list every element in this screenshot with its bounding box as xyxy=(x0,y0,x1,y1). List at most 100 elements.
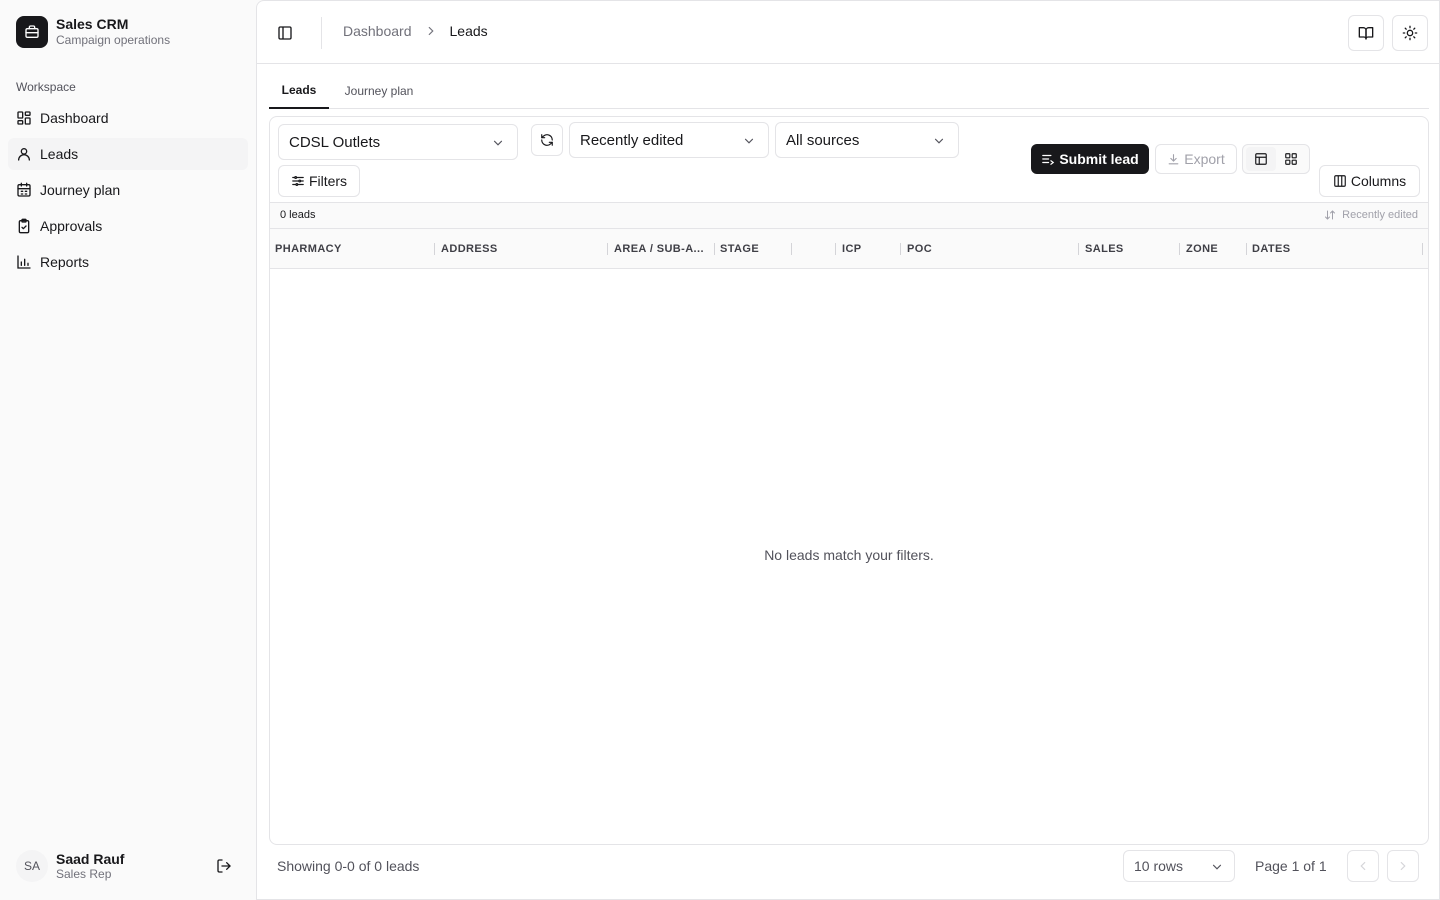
column-resizer[interactable] xyxy=(434,243,435,255)
theme-toggle-button[interactable] xyxy=(1392,15,1428,51)
column-header-address[interactable]: ADDRESS xyxy=(441,243,498,255)
refresh-icon xyxy=(541,134,553,146)
sort-icon xyxy=(1325,210,1336,220)
logout-icon[interactable] xyxy=(216,858,232,874)
column-resizer[interactable] xyxy=(714,243,715,255)
export-button[interactable]: Export xyxy=(1155,144,1237,174)
users-icon xyxy=(18,148,30,161)
column-resizer[interactable] xyxy=(1179,243,1180,255)
column-resizer[interactable] xyxy=(1246,243,1247,255)
lead-count: 0 leads xyxy=(280,209,316,221)
column-header-sales[interactable]: SALES xyxy=(1085,243,1124,255)
tabs: Leads Journey plan xyxy=(269,73,1429,109)
sliders-icon xyxy=(292,176,304,186)
app-subtitle: Campaign operations xyxy=(56,33,171,47)
column-resizer[interactable] xyxy=(900,243,901,255)
sidebar-toggle-button[interactable] xyxy=(273,21,297,45)
sidebar-nav: Dashboard Leads Journey plan Approvals R… xyxy=(8,102,248,282)
grid-icon xyxy=(1285,153,1297,165)
column-resizer[interactable] xyxy=(607,243,608,255)
topbar: Dashboard Leads xyxy=(257,1,1439,64)
download-icon xyxy=(1168,153,1179,164)
sort-indicator-label: Recently edited xyxy=(1342,209,1418,221)
table-icon xyxy=(1255,153,1267,165)
main-content: Dashboard Leads Leads Journey plan CDSL … xyxy=(256,0,1440,900)
topbar-divider xyxy=(321,17,322,49)
export-label: Export xyxy=(1184,151,1225,167)
filters-button[interactable]: Filters xyxy=(278,165,360,197)
sidebar-item-dashboard[interactable]: Dashboard xyxy=(8,102,248,134)
sidebar-item-approvals[interactable]: Approvals xyxy=(8,210,248,242)
brand[interactable]: Sales CRM Campaign operations xyxy=(16,16,170,48)
book-open-icon xyxy=(1358,27,1374,40)
columns-icon xyxy=(1334,175,1346,187)
sidebar-item-journey-plan[interactable]: Journey plan xyxy=(8,174,248,206)
columns-button[interactable]: Columns xyxy=(1319,165,1420,197)
sun-icon xyxy=(1402,25,1418,41)
chevron-left-icon xyxy=(1360,861,1366,871)
user-profile[interactable]: SA Saad Rauf Sales Rep xyxy=(16,850,240,882)
breadcrumb-dashboard-link[interactable]: Dashboard xyxy=(343,23,412,39)
chevron-down-icon xyxy=(493,140,503,146)
tab-journey-plan[interactable]: Journey plan xyxy=(337,73,421,109)
chevron-right-icon xyxy=(424,24,438,38)
avatar: SA xyxy=(16,850,48,882)
clipboard-check-icon xyxy=(18,218,30,234)
columns-label: Columns xyxy=(1350,173,1407,189)
column-header-area[interactable]: AREA / SUB-A... xyxy=(614,243,704,255)
column-header-stage[interactable]: STAGE xyxy=(720,243,759,255)
dashboard-icon xyxy=(17,111,31,125)
sort-indicator[interactable]: Recently edited xyxy=(1324,209,1418,221)
leads-table-panel: CDSL Outlets Recently edited All sources… xyxy=(269,116,1429,845)
column-header-poc[interactable]: POC xyxy=(907,243,932,255)
grid-view-button[interactable] xyxy=(1276,147,1306,171)
column-resizer[interactable] xyxy=(1078,243,1079,255)
sidebar-item-label: Dashboard xyxy=(40,110,109,126)
sidebar-item-label: Journey plan xyxy=(40,182,121,198)
submit-lead-label: Submit lead xyxy=(1059,151,1139,167)
sidebar-item-reports[interactable]: Reports xyxy=(8,246,248,278)
tab-leads[interactable]: Leads xyxy=(269,73,329,109)
docs-button[interactable] xyxy=(1348,15,1384,51)
bar-chart-icon xyxy=(17,255,31,269)
user-name: Saad Rauf xyxy=(56,850,125,867)
sidebar: Sales CRM Campaign operations Workspace … xyxy=(0,0,256,900)
previous-page-button[interactable] xyxy=(1347,850,1379,882)
column-header-dates[interactable]: DATES xyxy=(1252,243,1290,255)
column-resizer[interactable] xyxy=(1422,243,1423,255)
calendar-icon xyxy=(17,182,31,197)
next-page-button[interactable] xyxy=(1387,850,1419,882)
app-title: Sales CRM xyxy=(56,16,129,32)
rows-per-page-value: 10 rows xyxy=(1134,858,1184,874)
column-header-pharmacy[interactable]: PHARMACY xyxy=(275,243,342,255)
column-resizer[interactable] xyxy=(791,243,792,255)
chevron-right-icon xyxy=(1400,861,1406,871)
table-view-button[interactable] xyxy=(1246,147,1276,171)
table-header: PHARMACY ADDRESS AREA / SUB-A... STAGE I… xyxy=(270,228,1428,269)
sidebar-item-label: Leads xyxy=(40,146,79,162)
sidebar-item-label: Approvals xyxy=(40,218,103,234)
column-resizer[interactable] xyxy=(835,243,836,255)
sort-select[interactable]: Recently edited xyxy=(569,122,769,158)
outlet-select-value: CDSL Outlets xyxy=(289,133,381,151)
source-select[interactable]: All sources xyxy=(775,122,959,158)
rows-per-page-select[interactable]: 10 rows xyxy=(1123,850,1235,882)
table-meta-row: 0 leads Recently edited xyxy=(270,202,1428,228)
pagination-summary: Showing 0-0 of 0 leads xyxy=(277,858,420,874)
sidebar-section-label: Workspace xyxy=(16,80,76,94)
panel-left-icon xyxy=(278,26,292,40)
breadcrumb: Dashboard Leads xyxy=(343,23,488,39)
submit-lead-button[interactable]: Submit lead xyxy=(1031,144,1149,174)
page-indicator: Page 1 of 1 xyxy=(1255,858,1327,874)
column-header-icp[interactable]: ICP xyxy=(842,243,862,255)
sidebar-item-label: Reports xyxy=(40,254,90,270)
outlet-select[interactable]: CDSL Outlets xyxy=(278,124,518,160)
sidebar-item-leads[interactable]: Leads xyxy=(8,138,248,170)
sort-select-value: Recently edited xyxy=(580,131,684,149)
view-toggle xyxy=(1242,144,1310,174)
empty-state-message: No leads match your filters. xyxy=(764,547,934,563)
source-select-value: All sources xyxy=(786,131,860,149)
chevron-down-icon xyxy=(1212,864,1222,870)
column-header-zone[interactable]: ZONE xyxy=(1186,243,1218,255)
refresh-button[interactable] xyxy=(531,124,563,156)
